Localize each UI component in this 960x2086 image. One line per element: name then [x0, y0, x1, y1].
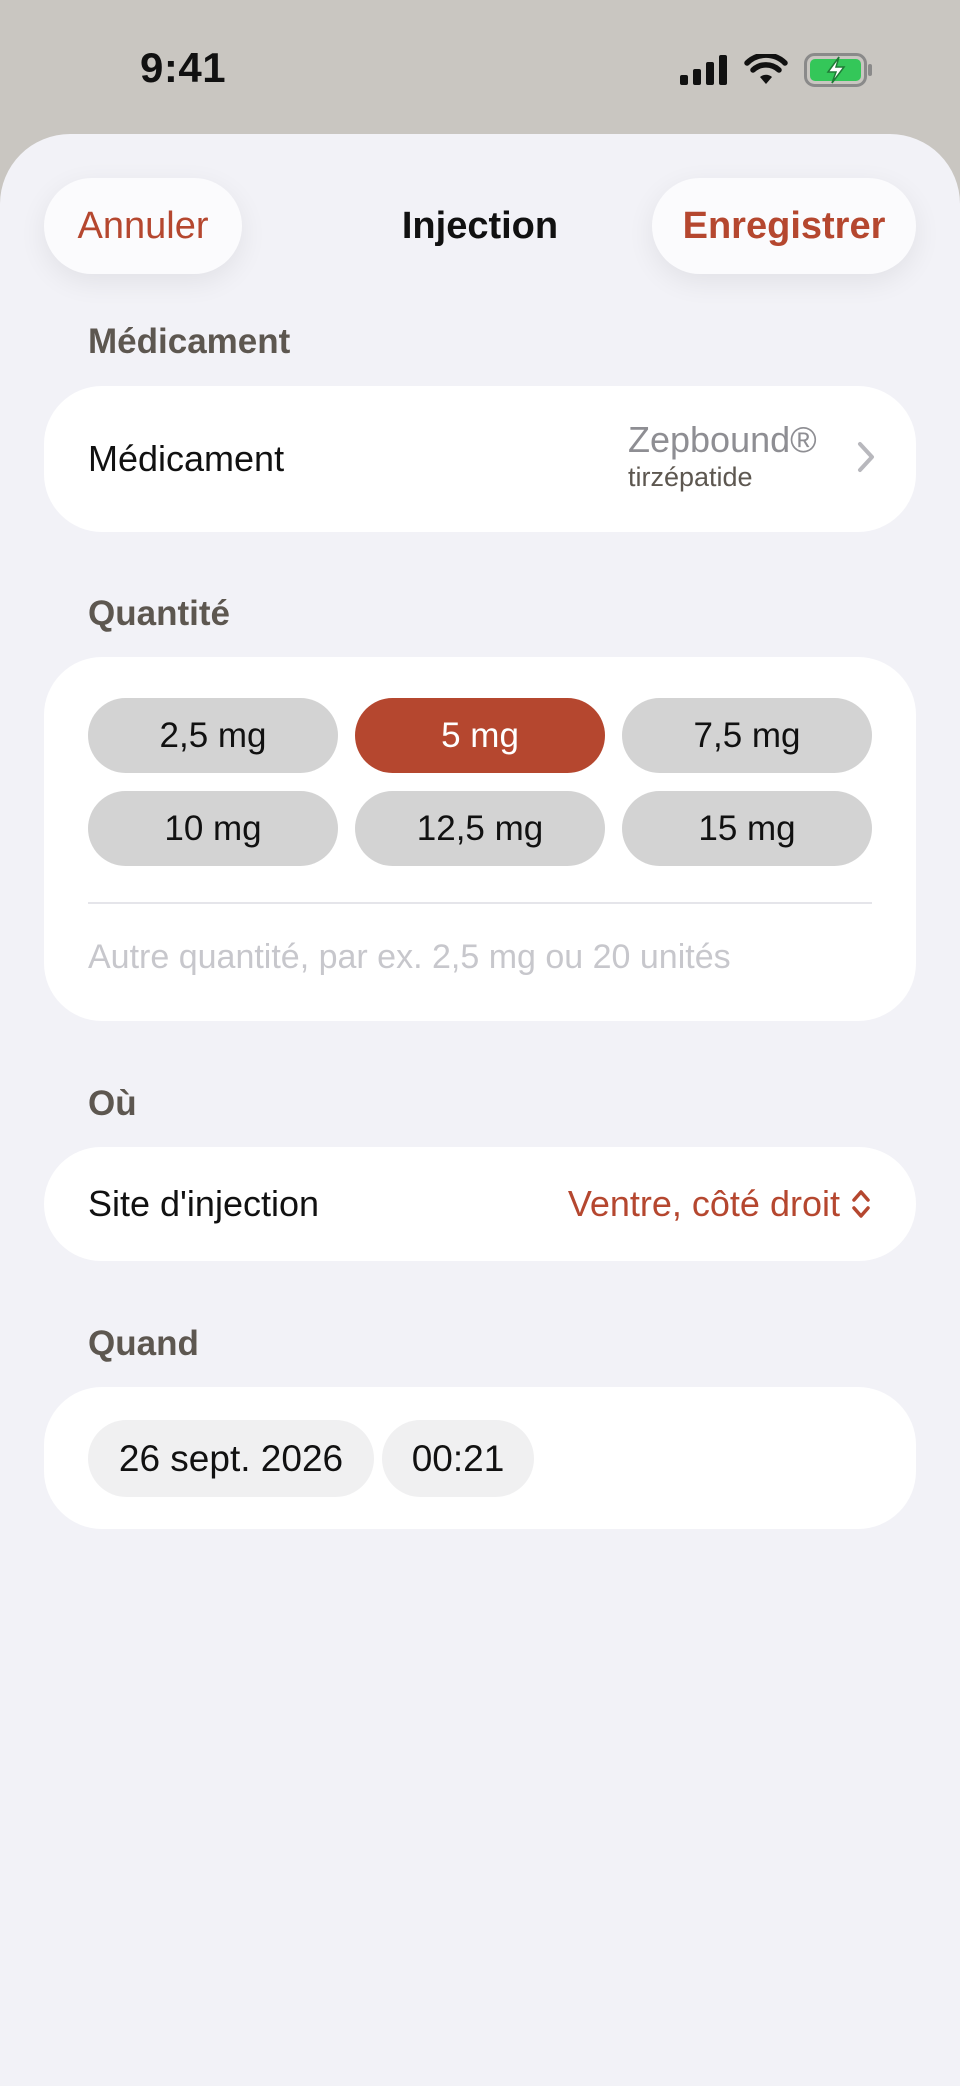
quantity-chip-5mg[interactable]: 5 mg [355, 698, 605, 773]
quantity-chip-12-5mg[interactable]: 12,5 mg [355, 791, 605, 866]
medication-row-label: Médicament [88, 438, 285, 479]
quantity-chip-2-5mg[interactable]: 2,5 mg [88, 698, 338, 773]
nav-bar: Annuler Injection Enregistrer [0, 178, 960, 274]
status-bar: 9:41 [0, 0, 960, 135]
injection-site-picker[interactable]: Ventre, côté droit [568, 1183, 872, 1225]
section-header-quantity: Quantité [88, 594, 230, 633]
medication-generic-name: tirzépatide [628, 462, 753, 492]
status-time: 9:41 [140, 44, 227, 91]
injection-sheet: Annuler Injection Enregistrer Médicament… [0, 134, 960, 2086]
quantity-options: 2,5 mg 5 mg 7,5 mg 10 mg 12,5 mg 15 mg [88, 698, 872, 866]
quantity-chip-7-5mg[interactable]: 7,5 mg [622, 698, 872, 773]
section-header-where: Où [88, 1084, 137, 1123]
section-header-medication: Médicament [88, 322, 291, 361]
chevron-right-icon [858, 442, 874, 472]
medication-row[interactable]: Médicament Zepbound® tirzépatide [44, 386, 916, 532]
quantity-divider [88, 902, 872, 904]
injection-site-label: Site d'injection [88, 1183, 320, 1224]
date-picker[interactable]: 26 sept. 2026 [88, 1420, 374, 1497]
quantity-card: 2,5 mg 5 mg 7,5 mg 10 mg 12,5 mg 15 mg [44, 657, 916, 1021]
custom-quantity-input[interactable] [88, 927, 872, 987]
medication-value: Zepbound® tirzépatide [628, 420, 817, 493]
cancel-button[interactable]: Annuler [44, 178, 242, 274]
injection-site-value: Ventre, côté droit [567, 1183, 840, 1224]
cellular-signal-icon [680, 55, 727, 85]
time-picker[interactable]: 00:21 [382, 1420, 534, 1497]
injection-site-row: Site d'injection Ventre, côté droit [44, 1147, 916, 1261]
quantity-chip-15mg[interactable]: 15 mg [622, 791, 872, 866]
section-header-when: Quand [88, 1324, 199, 1363]
status-icons [680, 50, 874, 90]
quantity-chip-10mg[interactable]: 10 mg [88, 791, 338, 866]
battery-charging-icon [804, 53, 872, 87]
medication-brand-name: Zepbound® [628, 419, 817, 460]
save-button[interactable]: Enregistrer [652, 178, 916, 274]
chevron-up-down-icon [852, 1190, 870, 1218]
wifi-icon [744, 54, 788, 84]
when-card: 26 sept. 2026 00:21 [44, 1387, 916, 1529]
